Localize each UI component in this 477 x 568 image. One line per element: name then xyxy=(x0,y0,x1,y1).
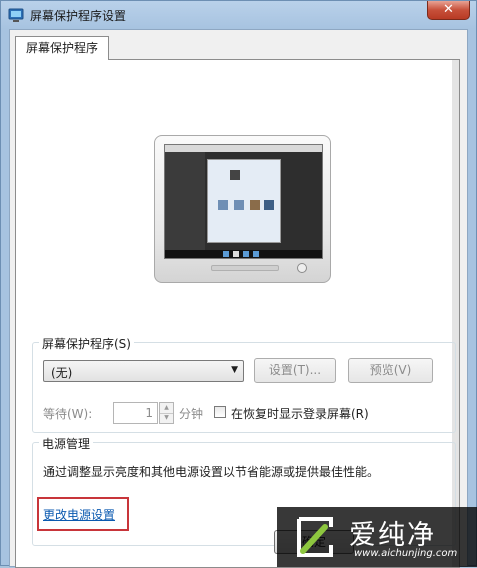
settings-button[interactable]: 设置(T)... xyxy=(254,358,336,383)
chevron-down-icon: ▼ xyxy=(231,365,238,375)
screensaver-group-label: 屏幕保护程序(S) xyxy=(39,335,134,352)
logon-screen-checkbox[interactable] xyxy=(214,406,226,418)
screensaver-selected-value: (无) xyxy=(51,366,73,380)
watermark-url: www.aichunjing.com xyxy=(354,548,458,559)
tab-label: 屏幕保护程序 xyxy=(25,41,98,55)
close-button[interactable]: ✕ xyxy=(427,1,470,20)
wait-unit-label: 分钟 xyxy=(179,407,204,421)
wait-stepper[interactable]: ▲ ▼ xyxy=(159,402,174,424)
power-description: 通过调整显示亮度和其他电源设置以节省能源或提供最佳性能。 xyxy=(43,465,380,479)
preview-browser-bar xyxy=(165,145,322,152)
stepper-down-icon[interactable]: ▼ xyxy=(160,413,173,423)
preview-task-icon xyxy=(233,251,239,257)
wait-label: 等待(W): xyxy=(43,407,93,421)
preview-sidebar xyxy=(165,152,205,250)
preview-thumb xyxy=(264,200,274,210)
preview-thumb xyxy=(218,200,228,210)
tab-screensaver[interactable]: 屏幕保护程序 xyxy=(15,36,109,60)
screensaver-settings-window: 屏幕保护程序设置 ✕ 屏幕保护程序 屏幕保护程序(S) (无) ▼ 设置(T).… xyxy=(0,0,477,568)
preview-task-icon xyxy=(223,251,229,257)
dialog-client-area: 屏幕保护程序 屏幕保护程序(S) (无) ▼ 设置(T)... 预览(V) 等待… xyxy=(9,29,468,568)
preview-button[interactable]: 预览(V) xyxy=(348,358,433,383)
close-icon: ✕ xyxy=(443,2,454,17)
wait-value: 1 xyxy=(145,406,153,420)
window-title: 屏幕保护程序设置 xyxy=(30,9,127,23)
tab-panel: 屏幕保护程序(S) (无) ▼ 设置(T)... 预览(V) 等待(W): 1 … xyxy=(15,59,460,568)
preview-taskbar xyxy=(165,250,322,258)
preview-screen xyxy=(164,144,323,259)
preview-task-icon xyxy=(253,251,259,257)
monitor-preview xyxy=(154,135,331,283)
preview-thumb xyxy=(234,200,244,210)
watermark-brand: 爱纯净 xyxy=(349,520,436,551)
screensaver-group: 屏幕保护程序(S) (无) ▼ 设置(T)... 预览(V) 等待(W): 1 … xyxy=(32,335,456,433)
screensaver-app-icon xyxy=(8,8,24,22)
watermark: 爱纯净 www.aichunjing.com xyxy=(277,507,477,567)
preview-thumb xyxy=(250,200,260,210)
wait-input[interactable]: 1 xyxy=(113,402,158,424)
logon-screen-label[interactable]: 在恢复时显示登录屏幕(R) xyxy=(231,405,369,422)
preview-thumb xyxy=(230,170,240,180)
preview-task-icon xyxy=(243,251,249,257)
screensaver-select[interactable]: (无) ▼ xyxy=(43,360,244,382)
brand-logo-icon xyxy=(297,517,333,557)
preview-window xyxy=(207,159,281,243)
title-bar[interactable]: 屏幕保护程序设置 ✕ xyxy=(1,1,476,29)
power-group-label: 电源管理 xyxy=(39,435,94,452)
monitor-slot xyxy=(211,265,279,271)
highlight-box xyxy=(37,497,129,531)
monitor-power-icon xyxy=(297,263,307,273)
